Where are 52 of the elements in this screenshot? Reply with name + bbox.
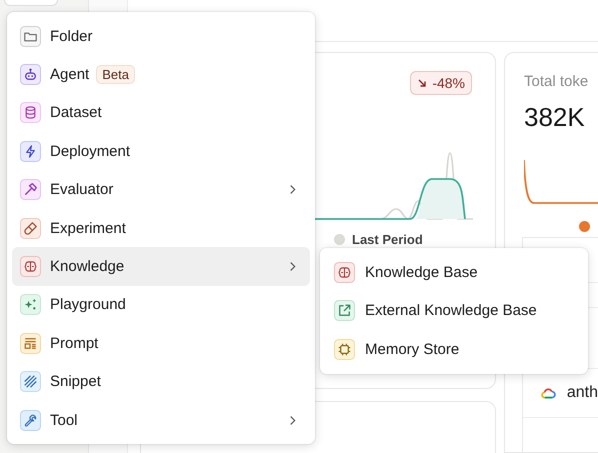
menu-item-label: Deployment	[50, 142, 130, 160]
menu-item-label: Experiment	[50, 220, 126, 237]
robot-icon	[20, 64, 41, 86]
menu-item[interactable]: Knowledge Base	[326, 253, 582, 292]
sparkle-icon	[20, 294, 41, 316]
wrench-icon	[20, 410, 41, 431]
menu-item[interactable]: Tool	[12, 400, 310, 440]
folder-icon	[20, 26, 41, 47]
menu-item-label: Agent	[50, 66, 90, 84]
hammer-icon	[20, 179, 41, 200]
menu-item[interactable]: Prompt	[12, 324, 310, 363]
menu-item-label: Snippet	[50, 373, 101, 390]
menu-item[interactable]: External Knowledge Base	[326, 292, 582, 330]
menu-item[interactable]: Evaluator	[12, 170, 310, 209]
lightning-icon	[20, 140, 41, 162]
legend-label: Last Period	[352, 232, 423, 247]
menu-item[interactable]: Dataset	[12, 94, 310, 132]
menu-item[interactable]: Deployment	[12, 132, 310, 171]
menu-item[interactable]: Folder	[12, 17, 310, 56]
menu-item-label: Evaluator	[50, 181, 114, 198]
stat-title: Total toke	[524, 73, 590, 90]
menu-item-label: Prompt	[50, 334, 98, 352]
layout-icon	[20, 332, 41, 354]
menu-item-label: Memory Store	[365, 340, 460, 358]
database-icon	[20, 102, 41, 124]
brain-icon	[334, 262, 355, 284]
stripes-icon	[20, 371, 41, 392]
menu-item-label: External Knowledge Base	[365, 302, 537, 320]
menu-item[interactable]: Snippet	[12, 362, 310, 401]
menu-item-label: Dataset	[50, 104, 102, 122]
beta-badge: Beta	[96, 65, 135, 84]
cloud-icon	[541, 386, 556, 400]
menu-item[interactable]: Memory Store	[326, 330, 582, 369]
menu-item-label: Folder	[50, 28, 93, 45]
legend-dot	[579, 221, 590, 232]
brain-icon	[20, 256, 41, 278]
stat-value: 382K	[524, 102, 586, 133]
menu-item[interactable]: Playground	[12, 286, 310, 324]
model-name: anth	[566, 384, 598, 402]
menu-item[interactable]: Experiment	[12, 208, 310, 248]
chip-icon	[334, 338, 355, 360]
arrow-down-right-icon	[417, 78, 428, 88]
menu-item-label: Tool	[50, 412, 78, 429]
toolbar-button-group[interactable]	[4, 0, 58, 6]
change-value: -48%	[432, 75, 465, 91]
menu-item-label: Knowledge Base	[365, 264, 478, 282]
menu-item-label: Playground	[50, 296, 126, 314]
menu-item[interactable]: Agent Beta	[12, 55, 310, 94]
menu-item[interactable]: Knowledge	[12, 247, 310, 286]
legend-dot	[334, 234, 345, 245]
menu-item-label: Knowledge	[50, 258, 124, 276]
external-link-icon	[334, 300, 355, 322]
